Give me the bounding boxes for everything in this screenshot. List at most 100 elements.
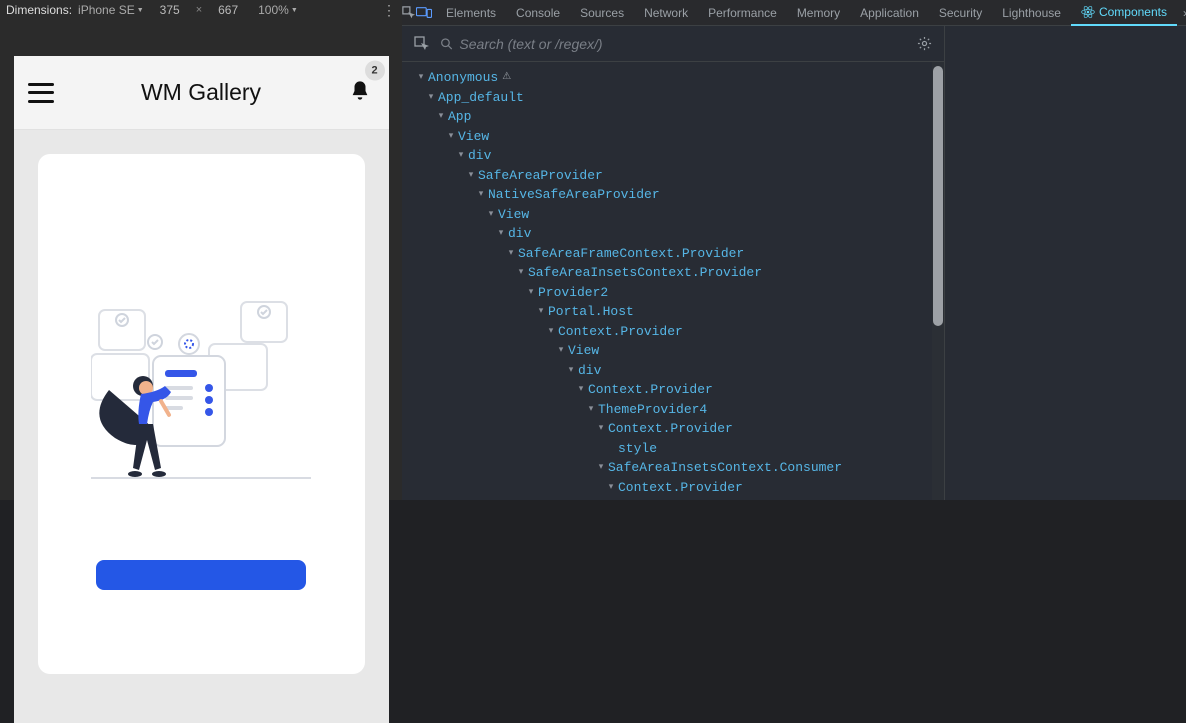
- tree-node[interactable]: ▾SafeAreaInsetsContext.Consumer: [406, 458, 944, 478]
- tree-node[interactable]: ▾App: [406, 107, 944, 127]
- tree-node[interactable]: ▾Portal.Host: [406, 302, 944, 322]
- inspect-element-icon[interactable]: [402, 0, 416, 26]
- tree-caret-icon: ▾: [466, 166, 476, 186]
- kebab-menu-icon[interactable]: ⋮: [382, 2, 396, 19]
- tab-security[interactable]: Security: [929, 0, 992, 26]
- tree-node-name: NativeSafeAreaProvider: [488, 185, 660, 205]
- tree-node-name: Context.Provider: [588, 380, 713, 400]
- dimension-separator: ×: [196, 4, 202, 16]
- empty-state-illustration: [91, 282, 311, 492]
- dimensions-label: Dimensions:: [6, 3, 72, 17]
- tab-memory[interactable]: Memory: [787, 0, 850, 26]
- tab-performance[interactable]: Performance: [698, 0, 787, 26]
- tree-node-name: ThemeProvider4: [598, 400, 707, 420]
- tree-caret-icon: ▾: [426, 88, 436, 108]
- device-name: iPhone SE: [78, 3, 135, 17]
- tree-node-name: div: [508, 224, 531, 244]
- notifications-button[interactable]: 2: [349, 78, 371, 107]
- tab-console[interactable]: Console: [506, 0, 570, 26]
- tree-node-name: div: [468, 146, 491, 166]
- react-icon: [1081, 5, 1095, 19]
- device-toolbar: Dimensions: iPhone SE ▼ 375 × 667 100% ▼…: [0, 0, 402, 20]
- tree-node-name: App_default: [438, 88, 524, 108]
- toggle-device-icon[interactable]: [416, 0, 432, 26]
- tab-label: Lighthouse: [1002, 6, 1061, 20]
- gear-icon[interactable]: [910, 30, 938, 58]
- components-toolbar: [402, 26, 944, 62]
- tree-node-name: SafeAreaInsetsContext.Provider: [528, 263, 762, 283]
- tree-caret-icon: ▾: [536, 302, 546, 322]
- tree-node[interactable]: ▾Context.Provider: [406, 419, 944, 439]
- tree-node[interactable]: style: [406, 439, 944, 459]
- search-icon: [440, 37, 453, 51]
- tab-components[interactable]: Components: [1071, 0, 1177, 26]
- tab-elements[interactable]: Elements: [436, 0, 506, 26]
- tab-label: Elements: [446, 6, 496, 20]
- search-input[interactable]: [459, 36, 906, 52]
- tree-node[interactable]: ▾View: [406, 205, 944, 225]
- tab-label: Memory: [797, 6, 840, 20]
- tree-node-name: View: [498, 205, 529, 225]
- tree-node-name: div: [578, 361, 601, 381]
- tree-node[interactable]: ▾NativeSafeAreaProvider: [406, 185, 944, 205]
- simulator-pane: WM Gallery 2: [0, 20, 402, 500]
- tree-node[interactable]: ▾div: [406, 224, 944, 244]
- tree-caret-icon: ▾: [446, 127, 456, 147]
- tab-sources[interactable]: Sources: [570, 0, 634, 26]
- tree-node[interactable]: ▾ThemeProvider4: [406, 400, 944, 420]
- tree-node[interactable]: ▾Provider2: [406, 283, 944, 303]
- zoom-select[interactable]: 100% ▼: [258, 3, 298, 17]
- tree-caret-icon: ▾: [496, 224, 506, 244]
- tree-node[interactable]: ▾SafeAreaInsetsContext.Provider: [406, 263, 944, 283]
- tree-node[interactable]: ▾SafeAreaProvider: [406, 166, 944, 186]
- tree-node-name: App: [448, 107, 471, 127]
- tree-node[interactable]: ▾div: [406, 361, 944, 381]
- tree-node[interactable]: ▾Context.Provider: [406, 478, 944, 498]
- tree-caret-icon: ▾: [506, 244, 516, 264]
- app-header: WM Gallery 2: [14, 56, 389, 130]
- tree-node[interactable]: ▾View: [406, 341, 944, 361]
- tree-node[interactable]: ▾Anonymous⚠: [406, 68, 944, 88]
- device-height-input[interactable]: 667: [208, 3, 248, 17]
- empty-state-card: [38, 154, 365, 674]
- tree-caret-icon: ▾: [596, 419, 606, 439]
- bell-icon: [349, 78, 371, 102]
- primary-action-button[interactable]: [96, 560, 306, 590]
- hamburger-icon[interactable]: [28, 83, 54, 103]
- tab-application[interactable]: Application: [850, 0, 929, 26]
- tree-caret-icon: ▾: [476, 185, 486, 205]
- tab-label: Performance: [708, 6, 777, 20]
- tab-network[interactable]: Network: [634, 0, 698, 26]
- tree-node-name: Anonymous: [428, 68, 498, 88]
- tree-node[interactable]: ▾App_default: [406, 88, 944, 108]
- tree-caret-icon: ▾: [546, 322, 556, 342]
- search-field[interactable]: [440, 36, 906, 52]
- tree-node[interactable]: ▾View: [406, 127, 944, 147]
- tab-label: Security: [939, 6, 982, 20]
- notifications-badge: 2: [365, 60, 385, 80]
- phone-frame: WM Gallery 2: [14, 56, 389, 723]
- tree-node[interactable]: ▾SafeAreaFrameContext.Provider: [406, 244, 944, 264]
- select-react-element-icon[interactable]: [408, 30, 436, 58]
- tree-node[interactable]: ▾div: [406, 146, 944, 166]
- chevron-down-icon: ▼: [291, 7, 298, 14]
- components-detail-panel: [944, 26, 1186, 500]
- tree-node-name: Context.Provider: [558, 322, 683, 342]
- tree-caret-icon: ▾: [606, 478, 616, 498]
- tabs-overflow-icon[interactable]: »: [1177, 6, 1186, 20]
- tree-node[interactable]: ▾Context.Provider: [406, 322, 944, 342]
- tree-caret-icon: ▾: [586, 400, 596, 420]
- tree-node[interactable]: ▾Context.Provider: [406, 380, 944, 400]
- tab-lighthouse[interactable]: Lighthouse: [992, 0, 1071, 26]
- tree-node-name: Context.Provider: [608, 419, 733, 439]
- tree-caret-icon: ▾: [566, 361, 576, 381]
- tree-caret-icon: ▾: [576, 380, 586, 400]
- device-select[interactable]: iPhone SE ▼: [78, 3, 144, 17]
- device-width-input[interactable]: 375: [150, 3, 190, 17]
- tree-node-name: Context.Provider: [618, 478, 743, 498]
- tree-node-name: style: [618, 439, 657, 459]
- component-tree[interactable]: ▾Anonymous⚠▾App_default▾App▾View▾div▾Saf…: [402, 62, 944, 500]
- tree-node-name: SafeAreaInsetsContext.Consumer: [608, 458, 842, 478]
- tree-node-name: SafeAreaProvider: [478, 166, 603, 186]
- scrollbar-thumb[interactable]: [933, 66, 943, 326]
